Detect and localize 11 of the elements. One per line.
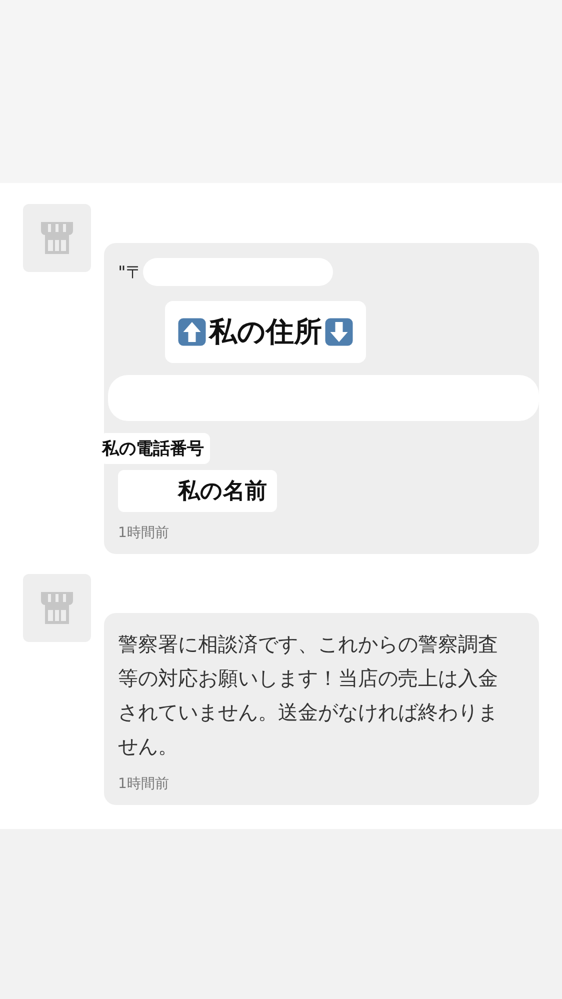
avatar[interactable] — [23, 204, 91, 272]
store-icon — [39, 590, 75, 626]
avatar[interactable] — [23, 574, 91, 642]
message-time: 1時間前 — [118, 775, 170, 793]
phone-label: 私の電話番号 — [100, 433, 210, 464]
address-label: 私の住所 — [165, 301, 366, 363]
name-label: 私の名前 — [118, 470, 277, 512]
message-time: 1時間前 — [118, 524, 170, 542]
message-text: 警察署に相談済です、これからの警察調査等の対応お願いします！当店の売上は入金されていません。送金がなければ終わりません。 — [118, 631, 499, 760]
postal-prefix: "〒 — [118, 262, 143, 284]
store-icon — [39, 220, 75, 256]
